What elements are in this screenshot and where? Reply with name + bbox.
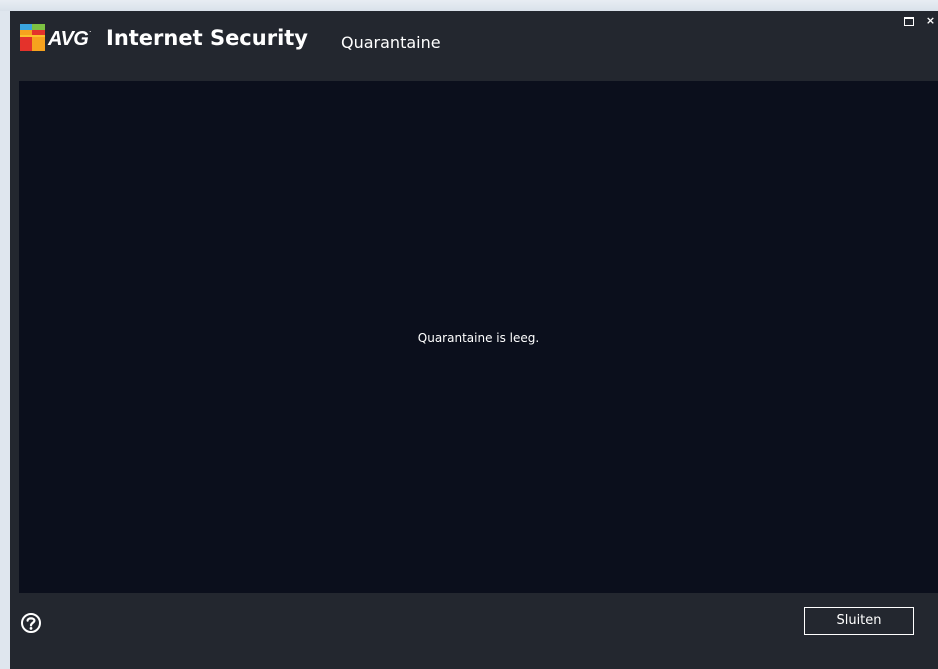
maximize-icon [903,17,914,26]
help-icon[interactable] [20,612,42,634]
empty-message-text: Quarantaine is leeg. [417,331,540,345]
quarantine-window: AVG. Internet Security Quarantaine × Qua… [10,11,938,669]
close-button[interactable]: Sluiten [804,607,914,635]
close-window-button[interactable]: × [924,15,937,27]
quarantine-content-panel: Quarantaine is leeg. [19,81,938,593]
empty-message: Quarantaine is leeg. [19,331,938,345]
product-name: Internet Security [106,26,308,50]
avg-logo-icon [20,24,45,51]
desktop-background [0,0,938,11]
maximize-button[interactable] [902,15,915,27]
close-icon: × [925,14,936,27]
brand-logo-text: AVG. [48,28,91,50]
title-bar[interactable]: AVG. Internet Security Quarantaine × [10,11,938,81]
dialog-title: Quarantaine [341,33,441,52]
